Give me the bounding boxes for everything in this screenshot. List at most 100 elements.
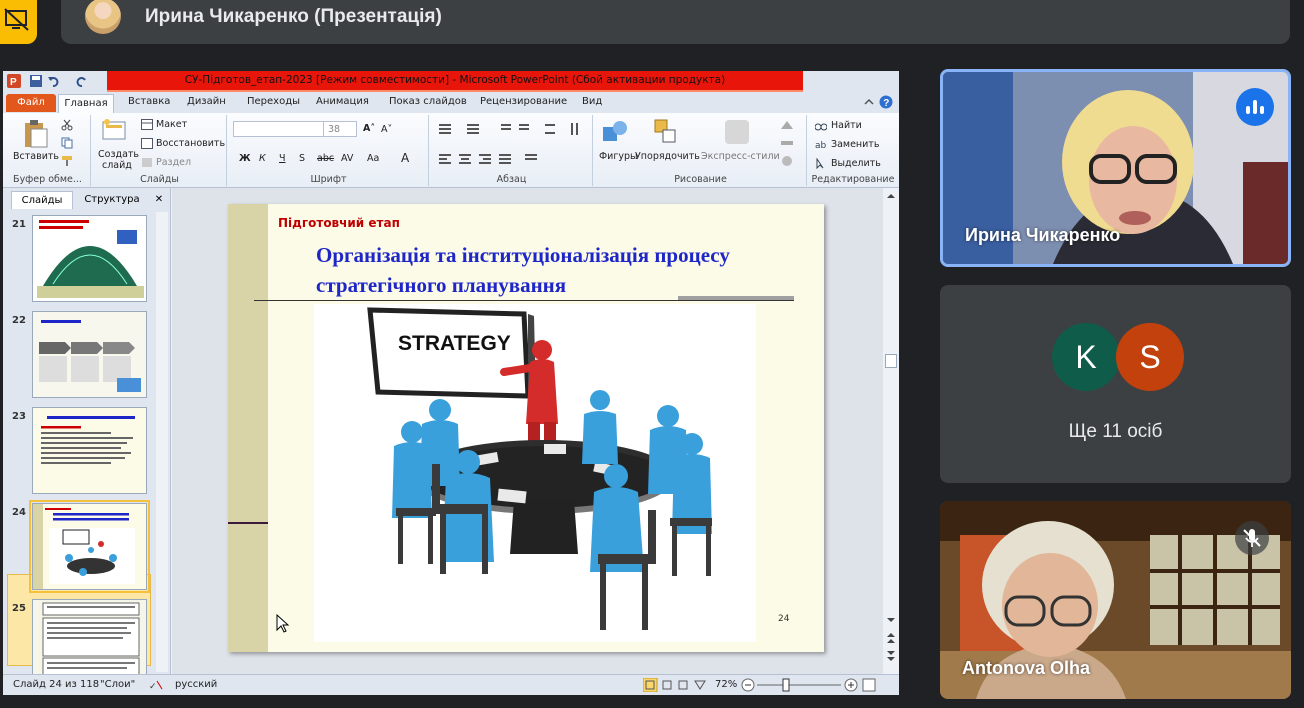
powerpoint-logo-icon: P xyxy=(7,74,21,88)
select-icon xyxy=(816,158,824,169)
strategy-board-text: STRATEGY xyxy=(398,332,511,355)
participant-name: Antonova Olha xyxy=(962,658,1091,678)
slide-scrollbar[interactable] xyxy=(883,188,899,674)
shrink-font-icon[interactable]: A˅ xyxy=(381,124,392,135)
view-buttons-icon[interactable] xyxy=(643,678,711,692)
paste-button[interactable]: Вставить xyxy=(13,151,59,162)
underline-icon[interactable]: Ч xyxy=(279,153,286,164)
font-size-box[interactable]: 38 xyxy=(323,121,357,137)
arrange-icon[interactable] xyxy=(653,118,679,146)
status-bar: Слайд 24 из 118 "Слои" ✓ русский 72% xyxy=(3,674,899,695)
spacing-icon[interactable]: AV xyxy=(341,153,353,164)
tab-review[interactable]: Рецензирование xyxy=(480,96,567,107)
svg-text:P: P xyxy=(10,77,17,88)
speaking-indicator-icon xyxy=(1236,88,1274,126)
replace-button[interactable]: Заменить xyxy=(831,139,879,150)
slide-divider-accent xyxy=(678,296,794,300)
create-slide-button-line2[interactable]: слайд xyxy=(102,160,132,171)
slide-thumbnail[interactable] xyxy=(32,215,147,302)
new-slide-icon[interactable] xyxy=(101,118,127,142)
tab-transitions[interactable]: Переходы xyxy=(247,96,300,107)
tab-animation[interactable]: Анимация xyxy=(316,96,369,107)
slides-panel-scrollbar[interactable] xyxy=(156,212,168,672)
slide-subtitle: Підготовчий етап xyxy=(278,216,400,230)
font-color-icon[interactable]: A xyxy=(401,151,409,165)
editing-group-label: Редактирование xyxy=(811,174,895,185)
tab-slideshow[interactable]: Показ слайдов xyxy=(389,96,467,107)
slide-number: 24 xyxy=(12,507,26,518)
participant-tile-irina[interactable]: Ирина Чикаренко xyxy=(940,69,1291,267)
participant-tile-others[interactable]: K S Ще 11 осіб xyxy=(940,285,1291,483)
drawing-group-label: Рисование xyxy=(674,174,727,185)
presenter-bar[interactable]: Ирина Чикаренко (Презентація) xyxy=(61,0,1290,44)
clipboard-group-label: Буфер обме... xyxy=(13,174,82,185)
quick-styles-button[interactable]: Экспресс-стили xyxy=(701,151,780,162)
tab-slides[interactable]: Слайды xyxy=(11,191,73,209)
quick-styles-icon[interactable] xyxy=(723,118,751,146)
create-slide-button[interactable]: Создать xyxy=(98,149,139,160)
tab-design[interactable]: Дизайн xyxy=(187,96,226,107)
current-slide[interactable]: Підготовчий етап Організація та інституц… xyxy=(228,204,824,652)
shapes-button[interactable]: Фигуры xyxy=(599,151,638,162)
ribbon-collapse-icon[interactable] xyxy=(863,96,875,108)
language-indicator[interactable]: русский xyxy=(175,679,217,690)
list-buttons-icon[interactable] xyxy=(439,123,589,135)
change-case-icon[interactable]: Aa xyxy=(367,153,379,164)
copy-icon[interactable] xyxy=(61,137,73,149)
layout-button[interactable]: Макет xyxy=(156,119,187,130)
bold-icon[interactable]: Ж xyxy=(239,153,251,164)
slide-illustration: STRATEGY xyxy=(314,304,756,642)
font-name-box[interactable] xyxy=(233,121,325,137)
shapes-icon[interactable] xyxy=(601,119,629,145)
tab-home[interactable]: Главная xyxy=(58,94,114,113)
slide-thumbnail-image xyxy=(33,312,146,397)
slide-thumbnail-selected[interactable] xyxy=(29,500,150,593)
zoom-level[interactable]: 72% xyxy=(715,679,737,690)
next-slide-icon[interactable] xyxy=(887,650,895,662)
participant-name: Ирина Чикаренко xyxy=(965,225,1121,245)
reset-button[interactable]: Восстановить xyxy=(156,138,225,149)
section-button[interactable]: Раздел xyxy=(156,157,191,168)
participant-avatar-k: K xyxy=(1052,323,1120,391)
select-button[interactable]: Выделить xyxy=(831,158,881,169)
shape-format-icons[interactable] xyxy=(779,119,795,171)
tab-outline[interactable]: Структура xyxy=(77,191,147,209)
tab-view[interactable]: Вид xyxy=(582,96,602,107)
shadow-icon[interactable]: S xyxy=(299,153,305,164)
find-icon xyxy=(815,123,827,131)
slide-thumbnail[interactable] xyxy=(32,599,147,686)
zoom-slider[interactable] xyxy=(741,678,881,692)
font-group-label: Шрифт xyxy=(310,174,347,185)
close-panel-icon[interactable]: ✕ xyxy=(151,191,167,209)
previous-slide-icon[interactable] xyxy=(887,632,895,644)
arrange-button[interactable]: Упорядочить xyxy=(635,151,700,162)
help-icon[interactable]: ? xyxy=(879,95,893,109)
redo-icon[interactable] xyxy=(75,74,89,88)
cut-icon[interactable] xyxy=(61,119,73,131)
grow-font-icon[interactable]: A˄ xyxy=(363,123,375,134)
slide-thumbnail[interactable] xyxy=(32,311,147,398)
mic-off-icon xyxy=(1235,521,1269,555)
scroll-up-icon[interactable] xyxy=(887,192,895,200)
undo-icon[interactable] xyxy=(47,74,61,88)
tab-insert[interactable]: Вставка xyxy=(128,96,170,107)
editing-group: Найти ab Заменить Выделить Редактировани… xyxy=(809,115,897,186)
spell-check-icon[interactable]: ✓ xyxy=(149,679,163,691)
presentation-indicator[interactable] xyxy=(0,0,37,44)
italic-icon[interactable]: К xyxy=(259,153,266,164)
slides-group-label: Слайды xyxy=(140,174,179,185)
scroll-thumb[interactable] xyxy=(885,354,897,368)
scroll-down-icon[interactable] xyxy=(887,616,895,624)
font-group: 38 A˄ A˅ Ж К Ч S abc AV Aa A Шрифт xyxy=(229,115,429,186)
slide-thumbnail[interactable] xyxy=(32,407,147,494)
participant-tile-olha[interactable]: Antonova Olha xyxy=(940,501,1291,699)
find-button[interactable]: Найти xyxy=(831,120,862,131)
strikethrough-icon[interactable]: abc xyxy=(317,153,334,164)
slide-number: 21 xyxy=(12,219,26,230)
tab-file[interactable]: Файл xyxy=(6,94,56,112)
paste-icon[interactable] xyxy=(23,119,49,149)
save-icon[interactable] xyxy=(29,74,43,88)
format-painter-icon[interactable] xyxy=(61,155,73,167)
alignment-buttons-icon[interactable] xyxy=(439,153,549,165)
slide-edit-area: Підготовчий етап Організація та інституц… xyxy=(172,188,883,674)
